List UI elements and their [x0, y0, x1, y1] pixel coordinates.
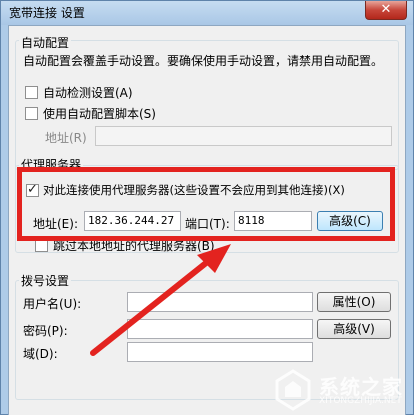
- watermark-logo-icon: [275, 369, 311, 411]
- watermark-sub: XITONGZHIJIA.NET: [319, 396, 402, 406]
- settings-window: 宽带连接 设置 ✕ 自动配置 自动配置会覆盖手动设置。要确保使用手动设置，请禁用…: [0, 0, 414, 415]
- watermark: 系统之家 XITONGZHIJIA.NET: [271, 365, 411, 413]
- annotation-arrow: [90, 244, 231, 356]
